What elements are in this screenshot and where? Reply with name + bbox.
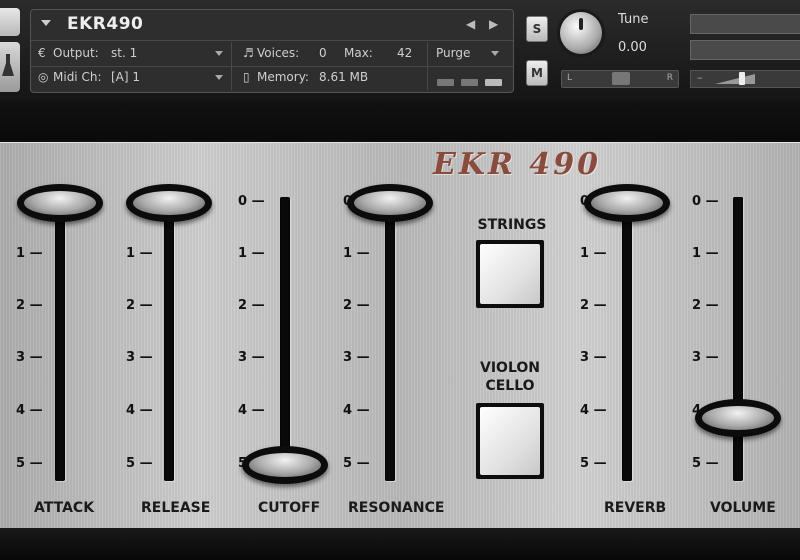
tick-label: 5 —: [692, 456, 719, 471]
voices-label: Voices:: [257, 46, 300, 60]
tick-label: 1 —: [692, 246, 719, 261]
output-level-meter-right: [690, 40, 800, 60]
midi-channel-label: Midi Ch:: [53, 70, 102, 84]
fader-handle-cap: [702, 405, 774, 430]
memory-label: Memory:: [257, 70, 309, 84]
cpu-meter-3: [485, 79, 502, 86]
volume-wedge-icon: [715, 74, 755, 84]
tune-value: 0.00: [618, 40, 647, 55]
pan-left-label: L: [567, 73, 573, 83]
output-dropdown-icon[interactable]: [215, 51, 223, 56]
output-row: € Output: st. 1 ♬ Voices: 0 Max: 42 Purg…: [31, 42, 513, 67]
next-instrument-icon[interactable]: ▶: [489, 17, 498, 31]
instrument-info-panel: EKR490 ◀ ▶ € Output: st. 1 ♬ Voices: 0 M…: [30, 9, 514, 93]
instrument-window: EKR490 ◀ ▶ € Output: st. 1 ♬ Voices: 0 M…: [0, 0, 800, 560]
collapse-caret-icon[interactable]: [41, 20, 51, 26]
synth-panel: EKR 490 STRINGS VIOLON CELLO 1 —2 —3 —4 —…: [0, 142, 800, 529]
cpu-meter-1: [437, 79, 454, 86]
memory-value: 8.61 MB: [319, 70, 369, 84]
panel-bottom-band: [0, 528, 800, 560]
info-divider: [231, 42, 232, 90]
cpu-meter-2: [461, 79, 478, 86]
instrument-title-row: EKR490 ◀ ▶: [31, 10, 513, 41]
panel-top-band: [0, 100, 800, 140]
kontakt-logo-button[interactable]: [0, 8, 20, 36]
output-icon: €: [38, 46, 46, 60]
fader-label: VOLUME: [710, 500, 776, 516]
max-voices-value[interactable]: 42: [397, 46, 412, 60]
midi-row: ◎ Midi Ch: [A] 1 ▯ Memory: 8.61 MB: [31, 66, 513, 90]
memory-icon: ▯: [243, 70, 250, 84]
max-voices-label: Max:: [344, 46, 373, 60]
output-level-meter-left: [690, 14, 800, 34]
fader-handle[interactable]: [695, 398, 781, 437]
instrument-volume-slider[interactable]: –: [690, 70, 800, 88]
midi-icon: ◎: [38, 70, 49, 84]
instrument-header: EKR490 ◀ ▶ € Output: st. 1 ♬ Voices: 0 M…: [0, 0, 800, 100]
knob-indicator: [579, 18, 583, 30]
volume-minus-label: –: [697, 71, 703, 84]
prev-instrument-icon[interactable]: ◀: [466, 17, 475, 31]
info-divider: [427, 42, 428, 90]
output-value[interactable]: st. 1: [111, 46, 137, 60]
volume-handle[interactable]: [739, 72, 745, 85]
fader-track[interactable]: [733, 197, 743, 481]
pan-right-label: R: [666, 73, 673, 83]
purge-button[interactable]: Purge: [436, 46, 470, 60]
purge-dropdown-icon[interactable]: [491, 51, 499, 56]
tick-label: 0 —: [692, 194, 719, 209]
solo-button[interactable]: S: [526, 16, 548, 42]
tick-label: 2 —: [692, 298, 719, 313]
instrument-options-button[interactable]: [0, 42, 20, 92]
pan-handle[interactable]: [612, 72, 630, 85]
voices-value: 0: [319, 46, 327, 60]
midi-dropdown-icon[interactable]: [215, 75, 223, 80]
output-label: Output:: [53, 46, 99, 60]
mute-button[interactable]: M: [526, 60, 548, 86]
tune-label: Tune: [618, 12, 649, 27]
flask-icon: [2, 54, 14, 76]
tick-label: 3 —: [692, 350, 719, 365]
midi-channel-value[interactable]: [A] 1: [111, 70, 140, 84]
pan-slider[interactable]: L R: [561, 70, 679, 88]
voices-icon: ♬: [243, 46, 254, 60]
fader-volume: 0 —1 —2 —3 —4 —5 —VOLUME: [0, 143, 800, 529]
instrument-name: EKR490: [67, 14, 144, 34]
tune-knob[interactable]: [560, 12, 602, 54]
